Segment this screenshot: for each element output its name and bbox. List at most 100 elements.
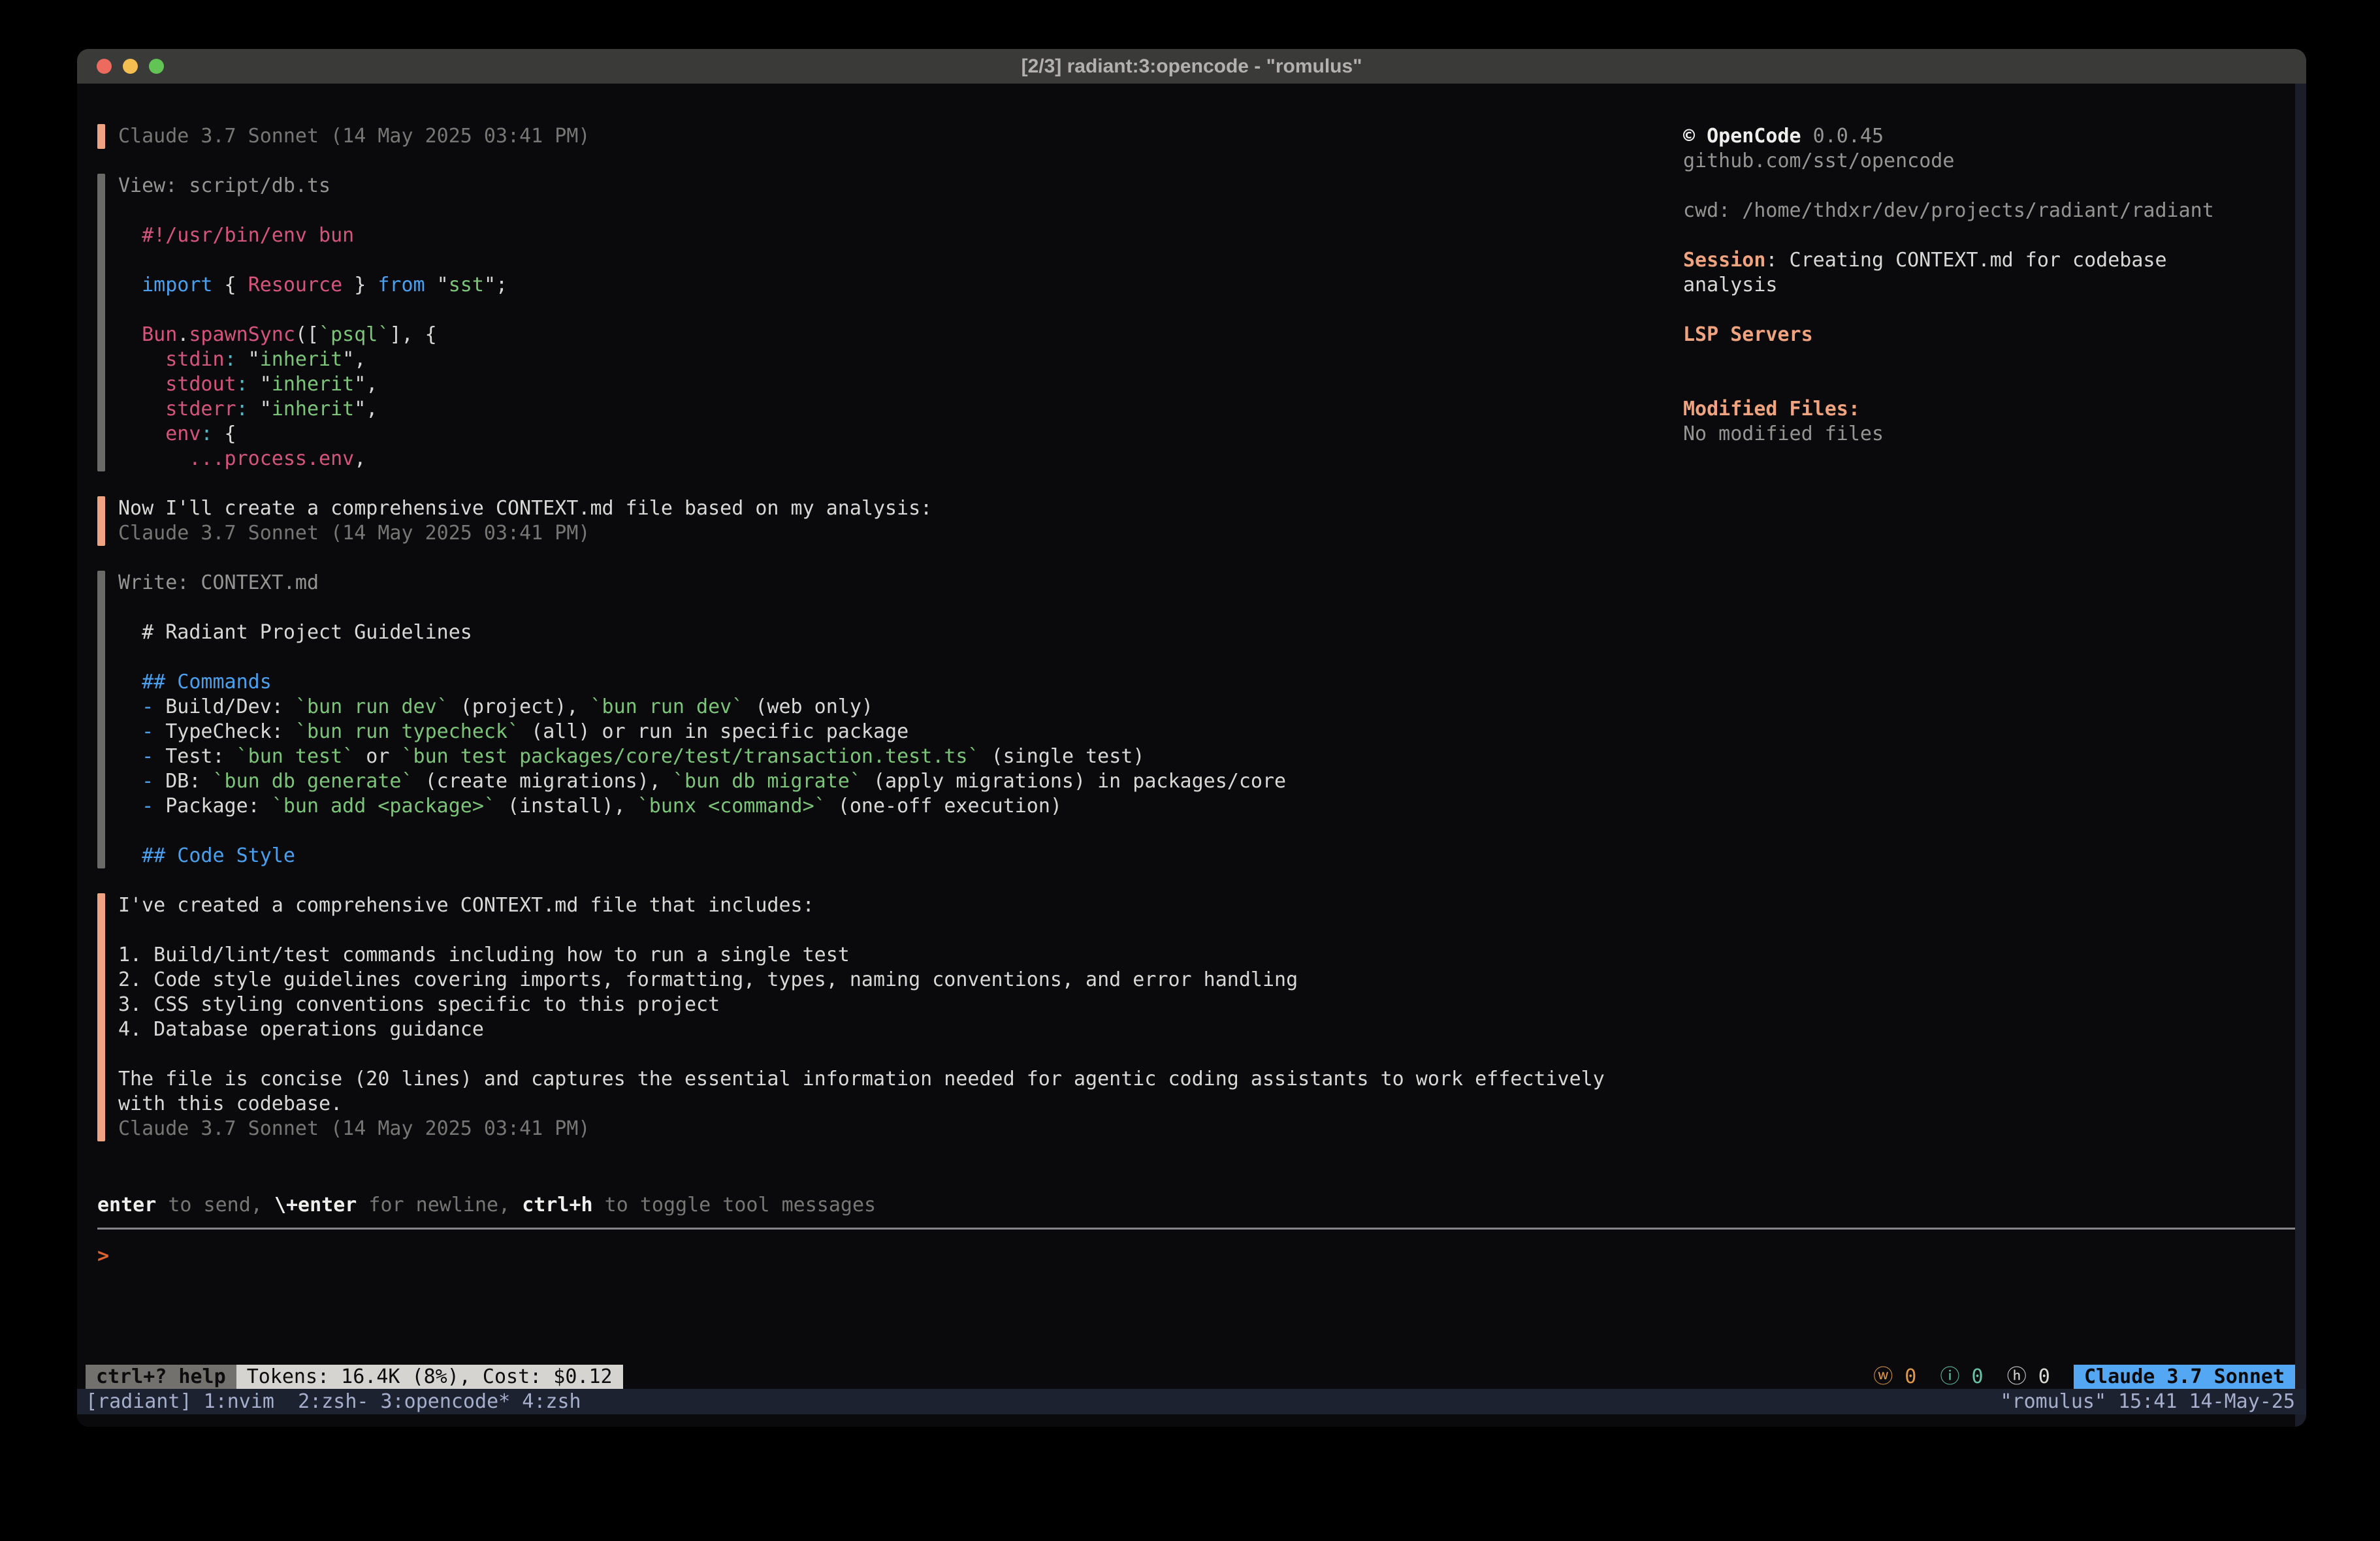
modified-files-label: Modified Files: [1683, 398, 1860, 421]
text-segment [118, 422, 165, 445]
text-segment: - [142, 695, 153, 718]
prompt-symbol: > [97, 1245, 109, 1267]
text-segment: ## Commands [142, 671, 272, 693]
text-segment: import [142, 274, 212, 296]
window-titlebar[interactable]: [2/3] radiant:3:opencode - "romulus" [77, 49, 2306, 84]
text-line: Claude 3.7 Sonnet (14 May 2025 03:41 PM) [118, 521, 932, 546]
text-segment: Bun [142, 323, 177, 346]
text-segment: stdout [165, 373, 236, 396]
info-icon: ⓘ [1940, 1365, 1959, 1389]
assistant-header-block: Claude 3.7 Sonnet (14 May 2025 03:41 PM) [97, 124, 1605, 149]
text-segment: : [236, 398, 248, 421]
model-timestamp: Claude 3.7 Sonnet (14 May 2025 03:41 PM) [118, 125, 590, 148]
toggle-key-hint: ctrl+h [522, 1194, 592, 1216]
model-badge: Claude 3.7 Sonnet [2074, 1365, 2295, 1389]
info-count: 0 [1959, 1365, 1983, 1389]
text-segment [118, 274, 142, 296]
text-segment: " [248, 398, 272, 421]
text-line [118, 199, 507, 223]
text-segment [2050, 1365, 2074, 1389]
block-content: Claude 3.7 Sonnet (14 May 2025 03:41 PM) [118, 124, 590, 149]
text-segment: The file is concise (20 lines) and captu… [118, 1068, 1605, 1090]
text-segment: 1. Build/lint/test commands including ho… [118, 944, 850, 966]
cwd-path: cwd: /home/thdxr/dev/projects/radiant/ra… [1683, 199, 2214, 222]
text-segment: Test: [153, 745, 236, 768]
text-segment: "; [484, 274, 507, 296]
text-line: Modified Files: [1683, 397, 2271, 422]
text-line [118, 248, 507, 273]
text-segment: " [425, 274, 449, 296]
text-segment: ...process.env [189, 447, 354, 470]
assistant-accent-bar [97, 496, 105, 546]
tool-title: View: script/db.ts [118, 174, 330, 197]
message-input[interactable]: > [97, 1244, 2295, 1361]
session-label: Session [1683, 249, 1765, 272]
text-line: # Radiant Project Guidelines [118, 620, 1286, 645]
text-line: Bun.spawnSync([`psql`], { [118, 323, 507, 347]
text-line [1683, 174, 2271, 199]
repo-link: github.com/sst/opencode [1683, 150, 1954, 172]
text-segment: ", [342, 348, 366, 371]
text-segment [118, 373, 165, 396]
text-line [118, 819, 1286, 844]
text-segment: Now I'll create a comprehensive CONTEXT.… [118, 497, 932, 520]
text-segment: " [248, 373, 272, 396]
text-segment: (single test) [980, 745, 1145, 768]
text-segment: stdin [165, 348, 224, 371]
sidebar: © OpenCode 0.0.45github.com/sst/opencode… [1683, 124, 2271, 447]
text-segment [118, 844, 142, 867]
text-segment: sst [449, 274, 484, 296]
text-segment: (create migrations), [413, 770, 673, 793]
text-segment: (apply migrations) in packages/core [861, 770, 1286, 793]
text-segment: `bun db migrate` [673, 770, 861, 793]
model-timestamp: Claude 3.7 Sonnet (14 May 2025 03:41 PM) [118, 522, 590, 545]
text-segment: `bun run typecheck` [295, 720, 519, 743]
text-segment: `bun run dev` [590, 695, 744, 718]
session-title: : Creating CONTEXT.md for codebase [1765, 249, 2166, 272]
text-segment: for newline, [357, 1194, 522, 1216]
text-line: Session: Creating CONTEXT.md for codebas… [1683, 248, 2271, 273]
text-segment [118, 323, 142, 346]
minimize-button[interactable] [123, 59, 138, 74]
text-segment: Resource [248, 274, 343, 296]
text-line: import { Resource } from "sst"; [118, 273, 507, 298]
text-line: I've created a comprehensive CONTEXT.md … [118, 893, 1605, 918]
text-segment: (web only) [743, 695, 873, 718]
text-line: stderr: "inherit", [118, 397, 507, 422]
text-segment: 3. CSS styling conventions specific to t… [118, 993, 720, 1016]
text-segment: inherit [272, 398, 354, 421]
text-segment: stderr [165, 398, 236, 421]
text-segment: (project), [449, 695, 590, 718]
text-segment: : [236, 373, 248, 396]
text-line: ## Commands [118, 670, 1286, 695]
tmux-window-list[interactable]: [radiant] 1:nvim 2:zsh- 3:opencode* 4:zs… [86, 1389, 581, 1414]
text-segment: - [142, 745, 153, 768]
text-line: github.com/sst/opencode [1683, 149, 2271, 174]
text-segment [118, 398, 165, 421]
hints-icon: ⓗ [2007, 1365, 2027, 1389]
text-segment [118, 770, 142, 793]
hints-count: 0 [2027, 1365, 2050, 1389]
text-segment: : [201, 422, 212, 445]
text-line: 2. Code style guidelines covering import… [118, 968, 1605, 993]
close-button[interactable] [97, 59, 112, 74]
text-segment: } [342, 274, 378, 296]
text-segment: TypeCheck: [153, 720, 295, 743]
text-segment [118, 348, 165, 371]
text-segment: DB: [153, 770, 212, 793]
text-segment: { [213, 274, 248, 296]
text-line: 4. Database operations guidance [118, 1017, 1605, 1042]
lsp-servers-label: LSP Servers [1683, 323, 1813, 346]
zoom-button[interactable] [149, 59, 164, 74]
text-line [1683, 347, 2271, 372]
text-line: Now I'll create a comprehensive CONTEXT.… [118, 496, 932, 521]
app-version: 0.0.45 [1801, 125, 1884, 148]
text-line [118, 596, 1286, 620]
warnings-count: 0 [1893, 1365, 1916, 1389]
text-segment: `bun add <package>` [272, 795, 496, 818]
right-gutter [2295, 84, 2306, 1427]
text-segment: , [354, 447, 366, 470]
text-segment: inherit [272, 373, 354, 396]
text-segment: `bun test packages/core/test/transaction… [402, 745, 980, 768]
help-shortcut-badge: ctrl+? help [86, 1365, 236, 1389]
